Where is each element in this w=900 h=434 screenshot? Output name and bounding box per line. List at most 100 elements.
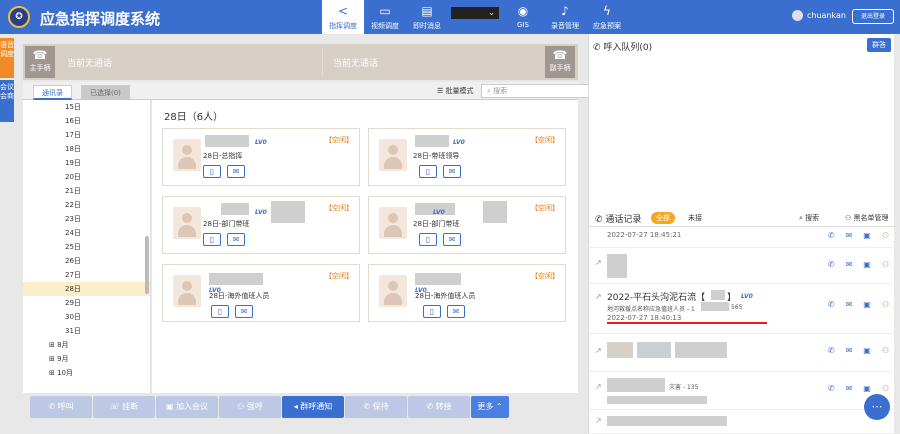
- call-icon[interactable]: ✆: [828, 384, 835, 393]
- more-options-fab[interactable]: ⋯: [864, 394, 890, 420]
- user-icon[interactable]: ⚇: [882, 346, 889, 355]
- phone-icon[interactable]: ▯: [211, 305, 229, 318]
- tree-day[interactable]: 24日: [23, 226, 150, 240]
- tree-day[interactable]: 21日: [23, 184, 150, 198]
- lightning-icon: ϟ: [603, 4, 611, 18]
- sms-icon[interactable]: ✉: [443, 233, 461, 246]
- phone-icon[interactable]: ▯: [423, 305, 441, 318]
- video-icon[interactable]: ▣: [863, 346, 871, 355]
- phone-icon[interactable]: ▯: [203, 165, 221, 178]
- side-tab-voice[interactable]: 语音调度: [0, 38, 14, 78]
- call-record[interactable]: ↗ ✆ ✉ ▣ ⚇: [589, 334, 895, 372]
- tree-day[interactable]: 27日: [23, 268, 150, 282]
- filter-all-button[interactable]: 全部: [651, 212, 675, 224]
- call-icon[interactable]: ✆: [828, 260, 835, 269]
- tree-day-selected[interactable]: 28日: [23, 282, 150, 296]
- nav-plan[interactable]: ϟ 应急预案: [586, 0, 628, 34]
- blacklist-button[interactable]: ⚇ 黑名单管理: [845, 213, 889, 223]
- sms-icon[interactable]: ✉: [846, 300, 853, 309]
- logout-button[interactable]: 退出登录: [852, 9, 894, 24]
- video-icon[interactable]: ▣: [863, 260, 871, 269]
- tree-day[interactable]: 26日: [23, 254, 150, 268]
- tree-month[interactable]: ⊞ 10月: [23, 366, 150, 380]
- contact-card[interactable]: LV0 【空闲】 28日-总指挥 ▯ ✉: [162, 128, 360, 186]
- tree-month[interactable]: ⊞ 8月: [23, 338, 150, 352]
- contact-card[interactable]: 【空闲】 LV0 28日-海外值班人员 ▯ ✉: [368, 264, 566, 322]
- tab-selected[interactable]: 已选择(0): [81, 85, 130, 100]
- batch-mode-toggle[interactable]: ☰ 批量模式: [437, 85, 474, 97]
- contact-card[interactable]: 【空闲】 LV0 28日-海外值班人员 ▯ ✉: [162, 264, 360, 322]
- nav-video[interactable]: ▭ 视频调度: [364, 0, 406, 34]
- call-record[interactable]: ↗ ✆ ✉ ▣ ⚇: [589, 248, 895, 284]
- video-icon[interactable]: ▣: [863, 384, 871, 393]
- call-icon[interactable]: ✆: [828, 346, 835, 355]
- tab-contacts[interactable]: 通讯录: [33, 85, 72, 100]
- user-info[interactable]: chuankan: [792, 10, 846, 21]
- tree-day[interactable]: 29日: [23, 296, 150, 310]
- sms-icon[interactable]: ✉: [443, 165, 461, 178]
- call-icon[interactable]: ✆: [828, 300, 835, 309]
- nav-message[interactable]: ▤ 即时消息: [406, 0, 448, 34]
- sms-icon[interactable]: ✉: [227, 165, 245, 178]
- more-button[interactable]: 更多 ⌃: [471, 396, 509, 418]
- tree-day[interactable]: 30日: [23, 310, 150, 324]
- status-badge: 【空闲】: [531, 272, 559, 280]
- sms-icon[interactable]: ✉: [235, 305, 253, 318]
- contact-card[interactable]: LV0 【空闲】 28日-部门带班 ▯ ✉: [162, 196, 360, 254]
- nav-recording[interactable]: ♪ 录音管理: [544, 0, 586, 34]
- tree-day[interactable]: 20日: [23, 170, 150, 184]
- call-toolbar: ✆ 呼叫 ☏ 挂断 ▣ 加入会议 ⚇ 强呼 ◂ 群呼通知 ✆ 保持 ✆ 转接 更…: [30, 396, 510, 418]
- contact-card[interactable]: LV0 【空闲】 28日-带班领导 ▯ ✉: [368, 128, 566, 186]
- tree-day[interactable]: 23日: [23, 212, 150, 226]
- call-button[interactable]: ✆ 呼叫: [30, 396, 92, 418]
- transfer-button[interactable]: ✆ 转接: [408, 396, 470, 418]
- hangup-button[interactable]: ☏ 挂断: [93, 396, 155, 418]
- tree-scrollbar[interactable]: [145, 236, 149, 294]
- sms-icon[interactable]: ✉: [447, 305, 465, 318]
- contact-card[interactable]: LV0 【空闲】 28日-部门带班 ▯ ✉: [368, 196, 566, 254]
- video-icon[interactable]: ▣: [863, 231, 871, 240]
- user-icon[interactable]: ⚇: [882, 300, 889, 309]
- call-record[interactable]: ↗ 灾害 - 135 ✆ ✉ ▣ ⚇: [589, 372, 895, 410]
- contact-search-input[interactable]: ⌕ 搜索: [481, 84, 597, 98]
- phone-icon[interactable]: ▯: [203, 233, 221, 246]
- user-icon[interactable]: ⚇: [882, 384, 889, 393]
- group-notify-button[interactable]: ◂ 群呼通知: [282, 396, 344, 418]
- sms-icon[interactable]: ✉: [846, 346, 853, 355]
- join-meeting-button[interactable]: ▣ 加入会议: [156, 396, 218, 418]
- tree-day[interactable]: 19日: [23, 156, 150, 170]
- phone-icon[interactable]: ▯: [419, 165, 437, 178]
- call-record[interactable]: 2022-07-27 18:45:21 ✆ ✉ ▣ ⚇: [589, 228, 895, 248]
- call-icon[interactable]: ✆: [828, 231, 835, 240]
- tree-day[interactable]: 17日: [23, 128, 150, 142]
- sms-icon[interactable]: ✉: [846, 260, 853, 269]
- side-tab-meeting[interactable]: 会议会商: [0, 80, 14, 122]
- filter-unanswered-button[interactable]: 未接: [688, 213, 702, 223]
- tree-day[interactable]: 15日: [23, 100, 150, 114]
- tree-day[interactable]: 18日: [23, 142, 150, 156]
- tree-day[interactable]: 22日: [23, 198, 150, 212]
- call-record-highlighted[interactable]: ↗ 2022-平石头沟泥石流【 】 LV0 地河救援点名称应急值班人员 - 1 …: [589, 284, 895, 334]
- avatar-icon: [379, 139, 407, 171]
- user-icon[interactable]: ⚇: [882, 260, 889, 269]
- force-call-button[interactable]: ⚇ 强呼: [219, 396, 281, 418]
- tree-month[interactable]: ⊞ 9月: [23, 352, 150, 366]
- aux-phone-button[interactable]: ☎ 副手柄: [545, 46, 575, 78]
- user-icon[interactable]: ⚇: [882, 231, 889, 240]
- sms-icon[interactable]: ✉: [227, 233, 245, 246]
- sms-icon[interactable]: ✉: [846, 231, 853, 240]
- nav-overlay-dropdown[interactable]: ⌄: [448, 0, 502, 34]
- main-phone-button[interactable]: ☎ 主手柄: [25, 46, 55, 78]
- hold-button[interactable]: ✆ 保持: [345, 396, 407, 418]
- sms-icon[interactable]: ✉: [846, 384, 853, 393]
- phone-icon[interactable]: ▯: [419, 233, 437, 246]
- records-search-button[interactable]: ⌕ 搜索: [799, 213, 819, 223]
- tree-day[interactable]: 16日: [23, 114, 150, 128]
- nav-command[interactable]: < 指挥调度: [322, 0, 364, 34]
- nav-gis[interactable]: ◉ GIS: [502, 0, 544, 34]
- tree-day[interactable]: 25日: [23, 240, 150, 254]
- call-record[interactable]: ↗: [589, 410, 895, 434]
- tree-day[interactable]: 31日: [23, 324, 150, 338]
- group-answer-button[interactable]: 群答: [867, 38, 891, 52]
- video-icon[interactable]: ▣: [863, 300, 871, 309]
